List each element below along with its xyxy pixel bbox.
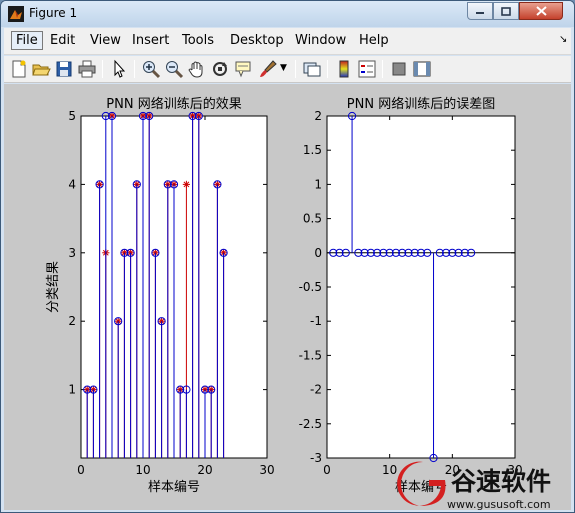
watermark-logo: 谷速软件 www.gususoft.com	[397, 461, 551, 511]
y-tick-label: 4	[68, 177, 76, 191]
menu-file[interactable]: File	[11, 31, 43, 50]
hide-plot-tools-icon[interactable]	[389, 59, 409, 79]
y-tick-label: 1	[314, 177, 322, 191]
menu-insert[interactable]: Insert	[132, 33, 169, 48]
menu-bar: File Edit View Insert Tools Desktop Wind…	[4, 28, 571, 55]
figure-canvas: 0 10 20 30 1 2 3 4 5 PNN 网络训练后的效果 样本编号 分类结果 0 10 20 30-…	[4, 84, 571, 510]
colorbar-icon[interactable]	[334, 59, 354, 79]
menu-desktop[interactable]: Desktop	[230, 33, 284, 48]
maximize-icon	[501, 6, 511, 16]
menu-tools[interactable]: Tools	[182, 33, 214, 48]
pan-icon[interactable]	[187, 59, 207, 79]
x-tick-label: 30	[259, 463, 274, 477]
x-tick-label: 0	[323, 463, 331, 477]
watermark: 谷速软件 www.gususoft.com	[389, 456, 574, 512]
x-axis-label: 样本编号	[148, 480, 200, 495]
pointer-icon[interactable]	[109, 59, 129, 79]
axes-box	[326, 115, 516, 459]
menu-edit[interactable]: Edit	[50, 33, 75, 48]
y-tick-label: -1	[310, 314, 322, 328]
axes-title: PNN 网络训练后的误差图	[347, 96, 495, 112]
print-icon[interactable]	[77, 59, 97, 79]
toolbar-separator	[327, 60, 328, 78]
save-icon[interactable]	[54, 59, 74, 79]
y-tick-label: -1.5	[299, 348, 322, 362]
close-icon	[535, 6, 547, 16]
brush-icon[interactable]	[258, 59, 278, 79]
watermark-url: www.gususoft.com	[447, 498, 551, 511]
gususoft-logo-icon	[397, 461, 446, 506]
data-cursor-icon[interactable]	[233, 59, 253, 79]
menu-view[interactable]: View	[90, 33, 121, 48]
link-plot-icon[interactable]	[302, 59, 322, 79]
watermark-brand: 谷速软件	[451, 467, 551, 496]
y-tick-label: 5	[68, 109, 76, 123]
y-tick-label: 2	[314, 109, 322, 123]
x-tick-label: 20	[197, 463, 212, 477]
y-tick-label: 1.5	[303, 143, 322, 157]
rotate-3d-icon[interactable]	[210, 59, 230, 79]
figure-toolbar: ▼	[4, 56, 571, 83]
toolbar-separator	[134, 60, 135, 78]
open-file-icon[interactable]	[31, 59, 51, 79]
x-tick-label: 0	[77, 463, 85, 477]
toolbar-separator	[295, 60, 296, 78]
window-title: Figure 1	[29, 6, 78, 20]
y-tick-label: 1	[68, 383, 76, 397]
show-plot-tools-icon[interactable]	[412, 59, 432, 79]
y-axis-label: 分类结果	[46, 261, 61, 313]
figure-window: Figure 1 File Edit View Insert Tools Des…	[0, 0, 575, 513]
axes-title: PNN 网络训练后的效果	[106, 96, 241, 112]
minimize-icon	[476, 12, 484, 14]
menu-help[interactable]: Help	[359, 33, 389, 48]
y-tick-label: 2	[68, 314, 76, 328]
axes-1[interactable]: 0 10 20 30 1 2 3 4 5 PNN 网络训练后的效果样本编号 分类结果	[46, 96, 275, 495]
title-bar[interactable]: Figure 1	[1, 1, 574, 27]
zoom-out-icon[interactable]	[164, 59, 184, 79]
toolbar-separator	[382, 60, 383, 78]
legend-icon[interactable]	[357, 59, 377, 79]
zoom-in-icon[interactable]	[141, 59, 161, 79]
plot-canvas: 0 10 20 3012345PNN 网络训练后的效果样本编号分类结果0 10 20 30-…	[46, 96, 523, 495]
y-tick-label: -3	[310, 451, 322, 465]
matlab-logo-icon	[8, 6, 24, 22]
y-tick-label: 3	[68, 246, 76, 260]
y-tick-label: 0.5	[303, 212, 322, 226]
close-button[interactable]	[519, 2, 563, 20]
dock-arrow-icon[interactable]: ↘	[559, 34, 567, 45]
axes-2[interactable]: 0 10 20 30-3-2.5-2-1.5-1-0.500.511.52PNN 网络…	[299, 96, 523, 495]
stem-marker-star	[182, 180, 190, 188]
y-tick-label: -0.5	[299, 280, 322, 294]
menu-window[interactable]: Window	[295, 33, 346, 48]
y-tick-label: -2	[310, 383, 322, 397]
y-tick-label: -2.5	[299, 417, 322, 431]
minimize-button[interactable]	[467, 2, 493, 20]
maximize-button[interactable]	[493, 2, 519, 20]
y-tick-label: 0	[314, 246, 322, 260]
x-tick-label: 10	[135, 463, 150, 477]
brush-dropdown-icon[interactable]: ▼	[280, 63, 300, 83]
new-figure-icon[interactable]	[9, 59, 29, 79]
toolbar-separator	[102, 60, 103, 78]
